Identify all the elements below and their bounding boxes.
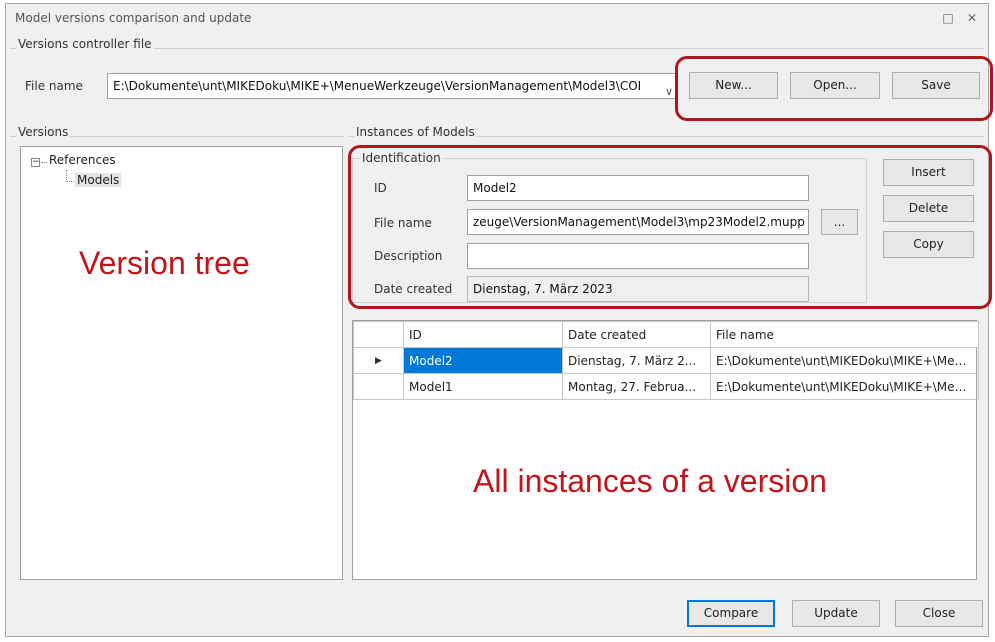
window-title: Model versions comparison and update <box>15 11 252 25</box>
controller-group-label: Versions controller file <box>16 37 154 51</box>
column-header-file-name[interactable]: File name <box>710 321 979 348</box>
browse-button[interactable]: ... <box>821 209 858 235</box>
description-label: Description <box>374 249 443 263</box>
copy-button[interactable]: Copy <box>883 231 974 258</box>
tree-node-references[interactable]: References <box>49 153 116 167</box>
tree-connector <box>41 162 47 163</box>
description-field[interactable] <box>467 243 809 269</box>
chevron-down-icon[interactable]: ∨ <box>665 80 673 98</box>
instance-file-field[interactable]: zeuge\VersionManagement\Model3\mp23Model… <box>467 209 809 235</box>
close-button[interactable]: Close <box>895 600 983 627</box>
date-created-label: Date created <box>374 282 453 296</box>
column-header-id[interactable]: ID <box>403 321 563 348</box>
delete-button[interactable]: Delete <box>883 195 974 222</box>
insert-button[interactable]: Insert <box>883 159 974 186</box>
collapse-icon[interactable]: − <box>31 158 40 167</box>
update-button[interactable]: Update <box>792 600 880 627</box>
cell-date-created[interactable]: Montag, 27. Februa... <box>562 373 711 400</box>
compare-button[interactable]: Compare <box>687 600 775 627</box>
controller-file-value: E:\Dokumente\unt\MIKEDoku\MIKE+\MenueWer… <box>113 79 642 93</box>
row-pointer-icon: ▶ <box>353 347 404 374</box>
instances-table: ID Date created File name ▶ Model2 Diens… <box>353 321 979 400</box>
controller-file-combobox[interactable]: E:\Dokumente\unt\MIKEDoku\MIKE+\MenueWer… <box>107 73 677 99</box>
annotation-version-tree: Version tree <box>79 245 250 281</box>
open-button[interactable]: Open... <box>790 72 880 99</box>
maximize-icon[interactable]: □ <box>939 9 957 27</box>
instances-grid[interactable]: ID Date created File name ▶ Model2 Diens… <box>352 320 979 580</box>
title-bar: Model versions comparison and update □ ✕ <box>6 4 988 32</box>
table-row[interactable]: ▶ Model2 Dienstag, 7. März 2... E:\Dokum… <box>353 347 979 374</box>
grid-header-row: ID Date created File name <box>353 321 979 348</box>
cell-file-name[interactable]: E:\Dokumente\unt\MIKEDoku\MIKE+\Men... <box>710 347 979 374</box>
row-indicator-header <box>353 321 404 348</box>
date-created-field: Dienstag, 7. März 2023 <box>467 276 809 302</box>
versions-group-label: Versions <box>16 125 71 139</box>
tree-node-models[interactable]: Models <box>75 173 122 187</box>
controller-group-frame <box>10 48 984 49</box>
dialog-window: Model versions comparison and update □ ✕… <box>5 3 993 637</box>
version-tree[interactable]: − References Models <box>20 146 343 580</box>
id-field[interactable]: Model2 <box>467 175 809 201</box>
cell-file-name[interactable]: E:\Dokumente\unt\MIKEDoku\MIKE+\Men... <box>710 373 979 400</box>
column-header-date-created[interactable]: Date created <box>562 321 711 348</box>
tree-connector <box>66 181 74 182</box>
new-button[interactable]: New... <box>689 72 778 99</box>
cell-date-created[interactable]: Dienstag, 7. März 2... <box>562 347 711 374</box>
annotation-all-instances: All instances of a version <box>473 463 827 499</box>
identification-label: Identification <box>360 151 443 165</box>
cell-id[interactable]: Model1 <box>403 373 563 400</box>
instances-group-label: Instances of Models <box>354 125 477 139</box>
close-icon[interactable]: ✕ <box>963 9 981 27</box>
save-button[interactable]: Save <box>892 72 980 99</box>
controller-file-label: File name <box>25 79 83 93</box>
instance-file-label: File name <box>374 216 432 230</box>
table-row[interactable]: Model1 Montag, 27. Februa... E:\Dokument… <box>353 373 979 400</box>
id-label: ID <box>374 181 387 195</box>
row-indicator <box>353 373 404 400</box>
cell-id[interactable]: Model2 <box>403 347 563 374</box>
